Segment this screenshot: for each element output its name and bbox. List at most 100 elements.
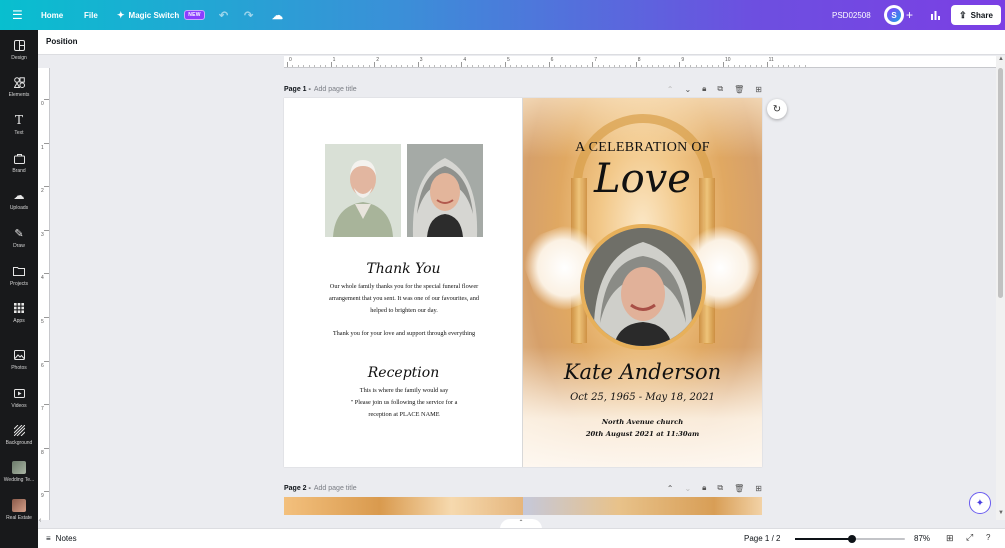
help-icon[interactable]: ? xyxy=(986,533,990,542)
back-panel[interactable]: Thank You Our whole family thanks you fo… xyxy=(284,98,523,467)
sidebar-item-projects[interactable]: Projects xyxy=(0,264,38,287)
left-sidebar: Design Elements T Text Brand ☁ Uploads ✎… xyxy=(0,30,38,548)
sidebar-item-apps[interactable]: Apps xyxy=(0,301,38,324)
thank-you-body[interactable]: Our whole family thanks you for the spec… xyxy=(320,281,488,316)
page-2-canvas[interactable] xyxy=(284,497,762,515)
scroll-up-arrow-icon[interactable]: ▲ xyxy=(998,56,1004,62)
magic-assistant-icon[interactable]: ✦ xyxy=(969,492,991,514)
redo-icon[interactable]: ↷ xyxy=(244,0,253,30)
ruler-minor-tick xyxy=(368,65,370,67)
sidebar-item-uploads[interactable]: ☁ Uploads xyxy=(0,188,38,212)
thank-you-heading[interactable]: Thank You xyxy=(284,261,523,277)
deceased-name[interactable]: Kate Anderson xyxy=(523,360,762,384)
chevron-down-icon[interactable]: ⌄ xyxy=(684,85,691,94)
ruler-minor-tick xyxy=(728,65,730,67)
scroll-down-arrow-icon[interactable]: ▼ xyxy=(998,510,1004,516)
trash-icon[interactable]: 🗑︎ xyxy=(734,85,744,94)
ruler-minor-tick xyxy=(357,65,359,67)
page-1-tools: ⌃ ⌄ 🔒︎ ⧉ 🗑︎ ⊞ xyxy=(667,82,762,96)
grid-view-icon[interactable]: ⊞ xyxy=(946,533,954,544)
memorial-portrait[interactable] xyxy=(580,224,706,350)
page-count[interactable]: Page 1 / 2 xyxy=(744,534,780,543)
sidebar-item-design[interactable]: Design xyxy=(0,38,38,61)
vertical-scroll-thumb[interactable] xyxy=(998,68,1003,298)
cloud-saved-icon[interactable]: ☁ xyxy=(272,0,283,30)
woman-photo[interactable] xyxy=(407,144,483,237)
position-button[interactable]: Position xyxy=(46,37,78,46)
ruler-minor-tick xyxy=(777,65,779,67)
ruler-minor-tick xyxy=(793,65,795,67)
undo-icon[interactable]: ↶ xyxy=(219,0,228,30)
ruler-minor-tick xyxy=(701,65,703,67)
chevron-up-icon[interactable]: ⌃ xyxy=(667,484,674,493)
ruler-label: 2 xyxy=(376,57,379,63)
ruler-minor-tick xyxy=(652,65,654,67)
ruler-minor-tick xyxy=(684,65,686,67)
celebration-heading[interactable]: A CELEBRATION OF xyxy=(523,140,762,156)
ruler-minor-tick xyxy=(581,65,583,67)
ruler-minor-tick xyxy=(336,65,338,67)
lock-icon[interactable]: 🔒︎ xyxy=(702,483,706,493)
insights-chart-icon[interactable] xyxy=(930,0,941,30)
sidebar-item-wedding-templates[interactable]: Wedding Te... xyxy=(0,461,38,483)
elderly-man-photo[interactable] xyxy=(325,144,401,237)
page-1-add-title[interactable]: Add page title xyxy=(314,86,357,93)
page-2-title: Page 2 - xyxy=(284,484,311,492)
top-toolbar: ☰ Home File ✦ Magic Switch NEW ↶ ↷ ☁ PSD… xyxy=(0,0,1005,30)
sidebar-item-real-estate[interactable]: Real Estate xyxy=(0,499,38,521)
avatar[interactable]: S xyxy=(884,5,904,25)
cover-panel[interactable]: A CELEBRATION OF Love Kate Anderson Oct … xyxy=(523,98,762,467)
magic-switch-button[interactable]: ✦ Magic Switch NEW xyxy=(117,0,205,30)
zoom-slider-fill xyxy=(795,538,853,540)
sidebar-item-text[interactable]: T Text xyxy=(0,113,38,136)
add-page-icon[interactable]: ⊞ xyxy=(755,85,762,94)
ruler-minor-tick xyxy=(396,65,397,67)
service-details[interactable]: North Avenue church 20th August 2021 at … xyxy=(523,416,762,440)
sidebar-item-photos[interactable]: Photos xyxy=(0,348,38,371)
vertical-scrollbar[interactable]: ▲ ▼ xyxy=(996,56,1005,520)
trash-icon[interactable]: 🗑︎ xyxy=(734,484,744,493)
lock-icon[interactable]: 🔒︎ xyxy=(702,84,706,94)
sidebar-item-videos[interactable]: Videos xyxy=(0,386,38,409)
ruler-minor-tick xyxy=(657,65,659,67)
fullscreen-icon[interactable]: ⤢ xyxy=(966,532,973,543)
ruler-minor-tick xyxy=(570,65,572,67)
sidebar-item-brand[interactable]: Brand xyxy=(0,151,38,174)
zoom-slider[interactable] xyxy=(795,535,905,543)
home-button[interactable]: Home xyxy=(41,0,63,30)
ruler-label: 9 xyxy=(681,57,685,63)
zoom-level[interactable]: 87% xyxy=(914,534,930,543)
page-2-add-title[interactable]: Add page title xyxy=(314,485,357,492)
page-1-canvas[interactable]: Thank You Our whole family thanks you fo… xyxy=(284,98,762,467)
life-dates[interactable]: Oct 25, 1965 - May 18, 2021 xyxy=(523,392,762,403)
notes-button[interactable]: ≡ Notes xyxy=(46,534,77,543)
add-page-icon[interactable]: ⊞ xyxy=(755,484,762,493)
document-name[interactable]: PSD02508 xyxy=(832,0,871,30)
ruler-minor-tick xyxy=(614,65,615,67)
thank-you-body-2[interactable]: Thank you for your love and support thro… xyxy=(320,328,488,340)
church-name: North Avenue church xyxy=(601,418,684,426)
sidebar-item-draw[interactable]: ✎ Draw xyxy=(0,226,38,250)
duplicate-icon[interactable]: ⧉ xyxy=(717,84,723,94)
ruler-minor-tick xyxy=(308,65,310,67)
ruler-major-tick xyxy=(330,62,332,67)
notes-label: Notes xyxy=(55,534,77,543)
ruler-minor-tick xyxy=(804,65,806,67)
reception-heading[interactable]: Reception xyxy=(284,365,523,381)
share-button[interactable]: ⇪ Share xyxy=(951,5,1001,25)
chevron-up-icon[interactable]: ⌃ xyxy=(667,85,674,94)
sidebar-item-elements[interactable]: Elements xyxy=(0,75,38,98)
reception-body[interactable]: This is where the family would say " Ple… xyxy=(334,385,474,420)
chevron-down-icon[interactable]: ⌄ xyxy=(684,484,691,493)
add-collaborator-icon[interactable]: + xyxy=(906,0,913,30)
sidebar-item-background[interactable]: Background xyxy=(0,423,38,446)
zoom-slider-knob[interactable] xyxy=(848,535,857,543)
refresh-icon[interactable]: ↻ xyxy=(767,99,787,119)
scroll-left-arrow-icon[interactable]: ‹ xyxy=(39,517,41,524)
hamburger-icon[interactable]: ☰ xyxy=(12,0,23,30)
love-script-heading[interactable]: Love xyxy=(523,156,762,202)
ruler-label: 4 xyxy=(41,275,44,282)
duplicate-icon[interactable]: ⧉ xyxy=(717,483,723,493)
ruler-label: 8 xyxy=(637,57,641,63)
file-menu-button[interactable]: File xyxy=(84,0,98,30)
